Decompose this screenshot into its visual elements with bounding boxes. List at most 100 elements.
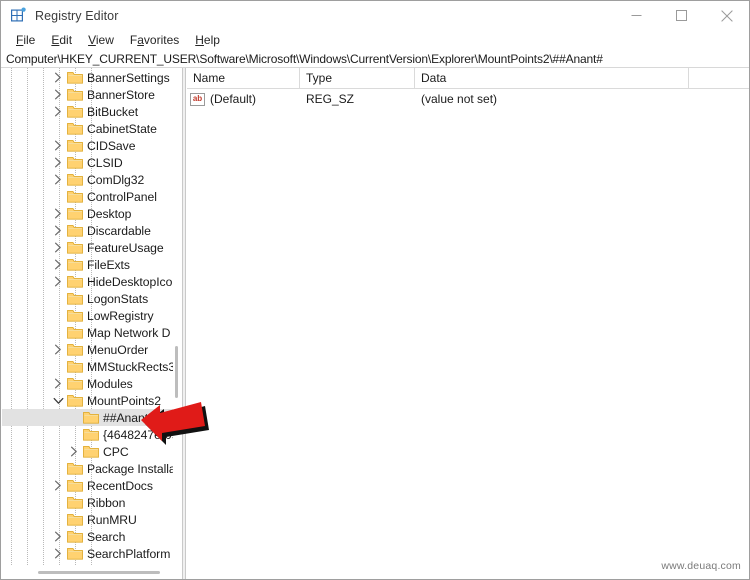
menu-item-view[interactable]: View (80, 33, 122, 47)
tree-horizontal-scrollbar-thumb[interactable] (38, 571, 160, 574)
tree-item-label: MMStuckRects3 (87, 359, 174, 374)
chevron-right-icon[interactable] (50, 222, 66, 239)
tree-item-4648247e-09[interactable]: {4648247e-09 (2, 426, 174, 443)
chevron-right-icon[interactable] (50, 375, 66, 392)
tree-item-label: LogonStats (87, 291, 149, 306)
tree-item-cpc[interactable]: CPC (2, 443, 174, 460)
maximize-button[interactable] (659, 1, 704, 30)
tree-item-map-network-d[interactable]: Map Network D (2, 324, 174, 341)
chevron-right-icon[interactable] (50, 171, 66, 188)
tree-item-label: ##Anant# (103, 410, 155, 425)
tree-item-label: BitBucket (87, 104, 139, 119)
pane-splitter[interactable] (182, 68, 186, 579)
values-column-headers: Name Type Data (187, 68, 749, 89)
value-data: (value not set) (421, 92, 498, 106)
tree-horizontal-scrollbar[interactable] (2, 567, 174, 578)
chevron-right-icon[interactable] (50, 239, 66, 256)
tree-item-label: RecentDocs (87, 478, 153, 493)
window-controls (614, 1, 749, 30)
column-header-name[interactable]: Name (187, 68, 300, 88)
column-header-type[interactable]: Type (300, 68, 415, 88)
tree-item-hidedesktopico[interactable]: HideDesktopIco (2, 273, 174, 290)
tree-item-label: Desktop (87, 206, 132, 221)
tree-expander-empty (50, 290, 66, 307)
menu-item-favorites[interactable]: Favorites (122, 33, 187, 47)
registry-key-tree-pane: BannerSettings BannerStore BitBucket Cabine… (2, 68, 182, 579)
minimize-button[interactable] (614, 1, 659, 30)
tree-vertical-scrollbar[interactable] (173, 68, 180, 565)
menu-item-file[interactable]: File (8, 33, 43, 47)
folder-icon (66, 477, 83, 494)
chevron-right-icon[interactable] (50, 69, 66, 86)
tree-item-label: Discardable (87, 223, 151, 238)
tree-item-ribbon[interactable]: Ribbon (2, 494, 174, 511)
chevron-right-icon[interactable] (50, 528, 66, 545)
tree-item-recentdocs[interactable]: RecentDocs (2, 477, 174, 494)
chevron-right-icon[interactable] (50, 477, 66, 494)
tree-item-controlpanel[interactable]: ControlPanel (2, 188, 174, 205)
tree-item-featureusage[interactable]: FeatureUsage (2, 239, 174, 256)
tree-item-comdlg32[interactable]: ComDlg32 (2, 171, 174, 188)
chevron-right-icon[interactable] (50, 273, 66, 290)
tree-item-label: MenuOrder (87, 342, 149, 357)
tree-item-label: ComDlg32 (87, 172, 145, 187)
values-list: ab (Default) REG_SZ (value not set) (187, 89, 749, 109)
chevron-right-icon[interactable] (50, 137, 66, 154)
tree-item-logonstats[interactable]: LogonStats (2, 290, 174, 307)
tree-item-package-installa[interactable]: Package Installa (2, 460, 174, 477)
chevron-right-icon[interactable] (50, 545, 66, 562)
chevron-right-icon[interactable] (50, 256, 66, 273)
tree-item-label: Ribbon (87, 495, 126, 510)
menu-item-edit[interactable]: Edit (43, 33, 80, 47)
chevron-right-icon[interactable] (50, 103, 66, 120)
tree-item-bannerstore[interactable]: BannerStore (2, 86, 174, 103)
chevron-down-icon[interactable] (50, 392, 66, 409)
tree-item-label: Search (87, 529, 126, 544)
tree-item-search[interactable]: Search (2, 528, 174, 545)
tree-item-fileexts[interactable]: FileExts (2, 256, 174, 273)
tree-item-clsid[interactable]: CLSID (2, 154, 174, 171)
tree-viewport: BannerSettings BannerStore BitBucket Cabine… (2, 68, 174, 565)
chevron-right-icon[interactable] (50, 341, 66, 358)
tree-item-cidsave[interactable]: CIDSave (2, 137, 174, 154)
menu-item-help[interactable]: Help (187, 33, 228, 47)
tree-expander-empty (50, 358, 66, 375)
tree-item-label: SearchPlatform (87, 546, 171, 561)
chevron-right-icon[interactable] (50, 86, 66, 103)
tree-item-runmru[interactable]: RunMRU (2, 511, 174, 528)
folder-icon (66, 256, 83, 273)
folder-icon (66, 494, 83, 511)
value-row[interactable]: ab (Default) REG_SZ (value not set) (187, 89, 749, 109)
tree-vertical-scrollbar-thumb[interactable] (175, 346, 178, 398)
tree-item-cabinetstate[interactable]: CabinetState (2, 120, 174, 137)
tree-item-mountpoints2[interactable]: MountPoints2 (2, 392, 174, 409)
tree-expander-empty (50, 324, 66, 341)
chevron-right-icon[interactable] (66, 443, 82, 460)
tree-item-label: FeatureUsage (87, 240, 164, 255)
folder-icon (66, 392, 83, 409)
tree-item-anant[interactable]: ##Anant# (2, 409, 174, 426)
address-bar[interactable]: Computer\HKEY_CURRENT_USER\Software\Micr… (1, 50, 749, 68)
tree-item-modules[interactable]: Modules (2, 375, 174, 392)
tree-item-bitbucket[interactable]: BitBucket (2, 103, 174, 120)
tree-item-label: BannerStore (87, 87, 155, 102)
folder-icon (66, 375, 83, 392)
tree-item-bannersettings[interactable]: BannerSettings (2, 69, 174, 86)
registry-editor-icon (10, 7, 27, 24)
folder-icon (66, 205, 83, 222)
column-header-data[interactable]: Data (415, 68, 689, 88)
tree-item-mmstuckrects3[interactable]: MMStuckRects3 (2, 358, 174, 375)
chevron-right-icon[interactable] (50, 154, 66, 171)
tree-item-menuorder[interactable]: MenuOrder (2, 341, 174, 358)
tree-expander-empty (50, 120, 66, 137)
close-button[interactable] (704, 1, 749, 30)
folder-icon (82, 409, 99, 426)
chevron-right-icon[interactable] (50, 205, 66, 222)
watermark: www.deuaq.com (661, 560, 741, 572)
folder-icon (66, 324, 83, 341)
tree-item-label: RunMRU (87, 512, 137, 527)
tree-item-desktop[interactable]: Desktop (2, 205, 174, 222)
tree-item-lowregistry[interactable]: LowRegistry (2, 307, 174, 324)
tree-item-discardable[interactable]: Discardable (2, 222, 174, 239)
tree-item-searchplatform[interactable]: SearchPlatform (2, 545, 174, 562)
